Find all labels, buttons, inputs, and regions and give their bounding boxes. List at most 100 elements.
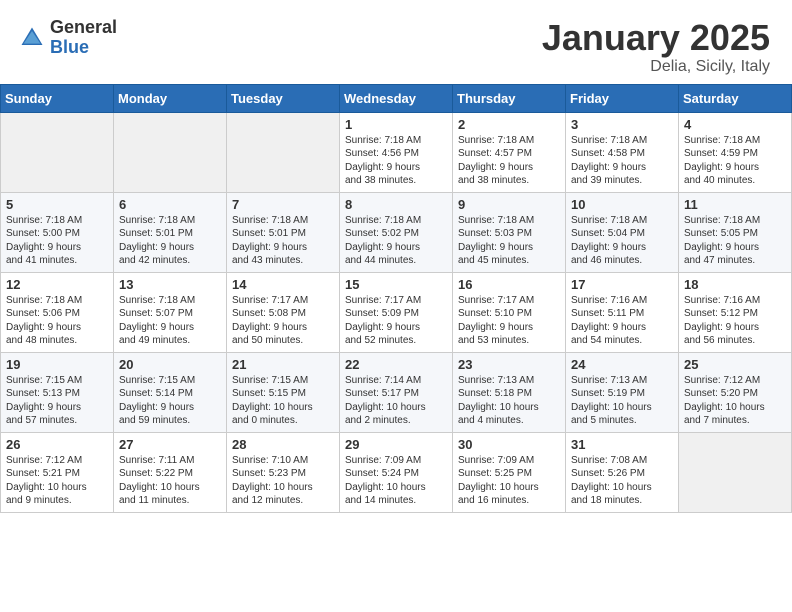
weekday-header-tuesday: Tuesday xyxy=(227,84,340,112)
day-number: 25 xyxy=(684,357,786,372)
cell-info: Sunrise: 7:13 AM Sunset: 5:18 PM Dayligh… xyxy=(458,374,560,428)
calendar-cell: 15 Sunrise: 7:17 AM Sunset: 5:09 PM Dayli… xyxy=(340,272,453,352)
cell-info: Sunrise: 7:18 AM Sunset: 5:00 PM Dayligh… xyxy=(6,214,108,268)
calendar-cell: 2 Sunrise: 7:18 AM Sunset: 4:57 PM Daylig… xyxy=(453,112,566,192)
day-number: 20 xyxy=(119,357,221,372)
calendar-cell: 22 Sunrise: 7:14 AM Sunset: 5:17 PM Dayli… xyxy=(340,352,453,432)
calendar-cell: 7 Sunrise: 7:18 AM Sunset: 5:01 PM Daylig… xyxy=(227,192,340,272)
month-title: January 2025 xyxy=(542,18,770,58)
day-number: 22 xyxy=(345,357,447,372)
calendar-week-row: 26 Sunrise: 7:12 AM Sunset: 5:21 PM Dayli… xyxy=(1,432,792,512)
calendar-cell: 14Sunrise: 7:17 AM Sunset: 5:08 PM Dayli… xyxy=(227,272,340,352)
cell-info: Sunrise: 7:18 AM Sunset: 5:02 PM Dayligh… xyxy=(345,214,447,268)
page-header: General Blue January 2025 Delia, Sicily,… xyxy=(0,0,792,84)
day-number: 6 xyxy=(119,197,221,212)
cell-info: Sunrise: 7:10 AM Sunset: 5:23 PM Dayligh… xyxy=(232,454,334,508)
calendar-cell: 28 Sunrise: 7:10 AM Sunset: 5:23 PM Dayli… xyxy=(227,432,340,512)
cell-info: Sunrise: 7:18 AM Sunset: 5:01 PM Dayligh… xyxy=(232,214,334,268)
cell-info: Sunrise: 7:11 AM Sunset: 5:22 PM Dayligh… xyxy=(119,454,221,508)
day-number: 9 xyxy=(458,197,560,212)
cell-info: Sunrise: 7:17 AM Sunset: 5:09 PM Dayligh… xyxy=(345,294,447,348)
day-number: 4 xyxy=(684,117,786,132)
weekday-header-friday: Friday xyxy=(566,84,679,112)
day-number: 15 xyxy=(345,277,447,292)
calendar-week-row: 12 Sunrise: 7:18 AM Sunset: 5:06 PM Dayli… xyxy=(1,272,792,352)
day-number: 7 xyxy=(232,197,334,212)
day-number: 26 xyxy=(6,437,108,452)
calendar-cell: 1Sunrise: 7:18 AM Sunset: 4:56 PM Daylig… xyxy=(340,112,453,192)
cell-info: Sunrise: 7:18 AM Sunset: 5:06 PM Dayligh… xyxy=(6,294,108,348)
day-number: 18 xyxy=(684,277,786,292)
logo-general-label: General xyxy=(50,18,117,38)
calendar-cell: 13 Sunrise: 7:18 AM Sunset: 5:07 PM Dayli… xyxy=(114,272,227,352)
calendar-week-row: 19 Sunrise: 7:15 AM Sunset: 5:13 PM Dayli… xyxy=(1,352,792,432)
calendar-cell: 19 Sunrise: 7:15 AM Sunset: 5:13 PM Dayli… xyxy=(1,352,114,432)
logo-text: General Blue xyxy=(50,18,117,58)
day-number: 29 xyxy=(345,437,447,452)
logo-blue-label: Blue xyxy=(50,38,117,58)
calendar-table: SundayMondayTuesdayWednesdayThursdayFrid… xyxy=(0,84,792,513)
day-number: 5 xyxy=(6,197,108,212)
cell-info: Sunrise: 7:18 AM Sunset: 4:58 PM Dayligh… xyxy=(571,134,673,188)
cell-info: Sunrise: 7:17 AM Sunset: 5:08 PM Dayligh… xyxy=(232,294,334,348)
day-number: 2 xyxy=(458,117,560,132)
title-section: January 2025 Delia, Sicily, Italy xyxy=(542,18,770,76)
calendar-cell: 16Sunrise: 7:17 AM Sunset: 5:10 PM Dayli… xyxy=(453,272,566,352)
calendar-cell: 10 Sunrise: 7:18 AM Sunset: 5:04 PM Dayli… xyxy=(566,192,679,272)
weekday-header-row: SundayMondayTuesdayWednesdayThursdayFrid… xyxy=(1,84,792,112)
weekday-header-wednesday: Wednesday xyxy=(340,84,453,112)
day-number: 21 xyxy=(232,357,334,372)
cell-info: Sunrise: 7:09 AM Sunset: 5:24 PM Dayligh… xyxy=(345,454,447,508)
cell-info: Sunrise: 7:15 AM Sunset: 5:14 PM Dayligh… xyxy=(119,374,221,428)
cell-info: Sunrise: 7:08 AM Sunset: 5:26 PM Dayligh… xyxy=(571,454,673,508)
logo-icon xyxy=(18,24,46,52)
day-number: 30 xyxy=(458,437,560,452)
calendar-cell: 31 Sunrise: 7:08 AM Sunset: 5:26 PM Dayli… xyxy=(566,432,679,512)
cell-info: Sunrise: 7:14 AM Sunset: 5:17 PM Dayligh… xyxy=(345,374,447,428)
calendar-cell: 3 Sunrise: 7:18 AM Sunset: 4:58 PM Daylig… xyxy=(566,112,679,192)
cell-info: Sunrise: 7:15 AM Sunset: 5:13 PM Dayligh… xyxy=(6,374,108,428)
calendar-cell: 29 Sunrise: 7:09 AM Sunset: 5:24 PM Dayli… xyxy=(340,432,453,512)
cell-info: Sunrise: 7:18 AM Sunset: 5:04 PM Dayligh… xyxy=(571,214,673,268)
calendar-cell: 5 Sunrise: 7:18 AM Sunset: 5:00 PM Daylig… xyxy=(1,192,114,272)
cell-info: Sunrise: 7:12 AM Sunset: 5:21 PM Dayligh… xyxy=(6,454,108,508)
calendar-cell: 23Sunrise: 7:13 AM Sunset: 5:18 PM Dayli… xyxy=(453,352,566,432)
calendar-cell xyxy=(227,112,340,192)
day-number: 19 xyxy=(6,357,108,372)
calendar-cell xyxy=(1,112,114,192)
cell-info: Sunrise: 7:13 AM Sunset: 5:19 PM Dayligh… xyxy=(571,374,673,428)
day-number: 12 xyxy=(6,277,108,292)
day-number: 31 xyxy=(571,437,673,452)
calendar-cell: 6 Sunrise: 7:18 AM Sunset: 5:01 PM Daylig… xyxy=(114,192,227,272)
weekday-header-thursday: Thursday xyxy=(453,84,566,112)
cell-info: Sunrise: 7:18 AM Sunset: 5:01 PM Dayligh… xyxy=(119,214,221,268)
calendar-cell: 25 Sunrise: 7:12 AM Sunset: 5:20 PM Dayli… xyxy=(679,352,792,432)
cell-info: Sunrise: 7:16 AM Sunset: 5:12 PM Dayligh… xyxy=(684,294,786,348)
calendar-cell: 24 Sunrise: 7:13 AM Sunset: 5:19 PM Dayli… xyxy=(566,352,679,432)
cell-info: Sunrise: 7:18 AM Sunset: 5:07 PM Dayligh… xyxy=(119,294,221,348)
calendar-cell: 9 Sunrise: 7:18 AM Sunset: 5:03 PM Daylig… xyxy=(453,192,566,272)
cell-info: Sunrise: 7:18 AM Sunset: 4:57 PM Dayligh… xyxy=(458,134,560,188)
calendar-cell: 4 Sunrise: 7:18 AM Sunset: 4:59 PM Daylig… xyxy=(679,112,792,192)
calendar-cell xyxy=(114,112,227,192)
day-number: 3 xyxy=(571,117,673,132)
day-number: 1 xyxy=(345,117,447,132)
calendar-cell: 26 Sunrise: 7:12 AM Sunset: 5:21 PM Dayli… xyxy=(1,432,114,512)
cell-info: Sunrise: 7:18 AM Sunset: 5:03 PM Dayligh… xyxy=(458,214,560,268)
cell-info: Sunrise: 7:18 AM Sunset: 4:59 PM Dayligh… xyxy=(684,134,786,188)
day-number: 10 xyxy=(571,197,673,212)
day-number: 16 xyxy=(458,277,560,292)
day-number: 28 xyxy=(232,437,334,452)
day-number: 17 xyxy=(571,277,673,292)
logo: General Blue xyxy=(18,18,117,58)
cell-info: Sunrise: 7:12 AM Sunset: 5:20 PM Dayligh… xyxy=(684,374,786,428)
calendar-cell: 30Sunrise: 7:09 AM Sunset: 5:25 PM Dayli… xyxy=(453,432,566,512)
day-number: 24 xyxy=(571,357,673,372)
calendar-cell: 21Sunrise: 7:15 AM Sunset: 5:15 PM Dayli… xyxy=(227,352,340,432)
weekday-header-sunday: Sunday xyxy=(1,84,114,112)
weekday-header-monday: Monday xyxy=(114,84,227,112)
calendar-cell: 27Sunrise: 7:11 AM Sunset: 5:22 PM Dayli… xyxy=(114,432,227,512)
calendar-week-row: 1Sunrise: 7:18 AM Sunset: 4:56 PM Daylig… xyxy=(1,112,792,192)
calendar-cell: 11Sunrise: 7:18 AM Sunset: 5:05 PM Dayli… xyxy=(679,192,792,272)
day-number: 13 xyxy=(119,277,221,292)
